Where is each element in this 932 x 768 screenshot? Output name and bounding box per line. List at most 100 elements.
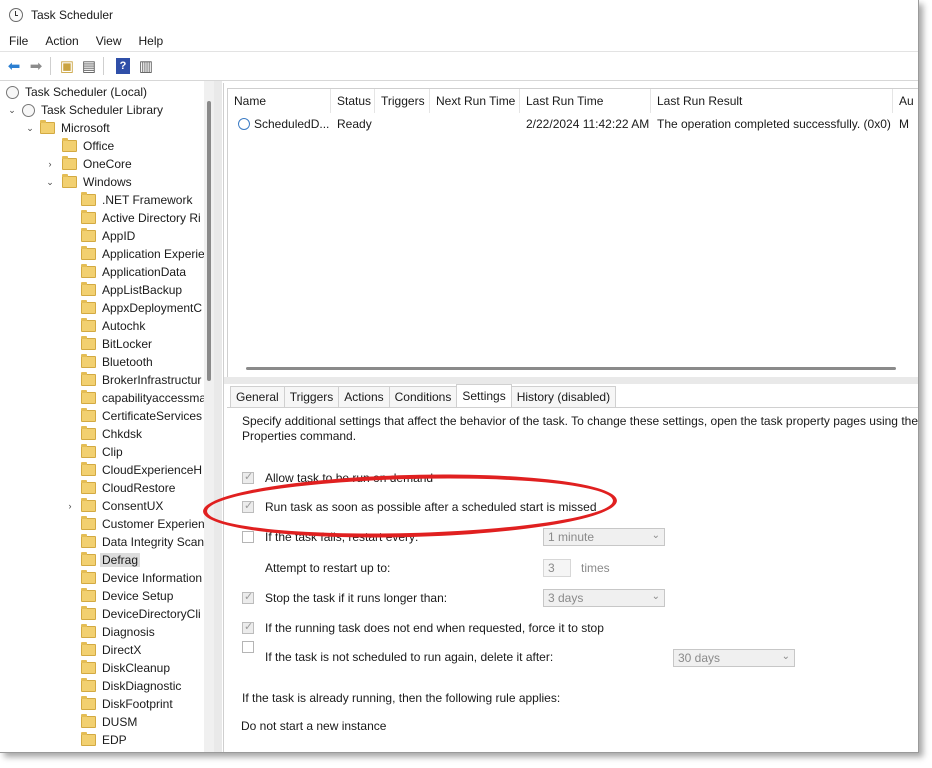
tree-item-windows[interactable]: ⌄ Windows bbox=[0, 173, 204, 191]
tree-item-root[interactable]: Task Scheduler (Local) bbox=[0, 83, 204, 101]
folder-icon bbox=[62, 174, 77, 188]
folder-icon bbox=[81, 426, 96, 440]
settings-description: Specify additional settings that affect … bbox=[242, 414, 918, 443]
column-header-triggers[interactable]: Triggers bbox=[375, 89, 430, 113]
force-stop-checkbox[interactable] bbox=[242, 620, 254, 634]
tree-item-subfolder[interactable]: ApplicationData bbox=[0, 263, 204, 281]
chevron-down-icon[interactable]: ⌄ bbox=[26, 123, 34, 133]
tree-item-subfolder[interactable]: Application Experie bbox=[0, 245, 204, 263]
tab-actions[interactable]: Actions bbox=[338, 386, 390, 407]
tree-item-subfolder[interactable]: BitLocker bbox=[0, 335, 204, 353]
folder-icon bbox=[81, 642, 96, 656]
pane-splitter[interactable] bbox=[214, 81, 222, 752]
restart-if-fails-label: If the task fails, restart every: bbox=[265, 530, 419, 544]
menu-file[interactable]: File bbox=[0, 34, 36, 48]
tree-item-subfolder[interactable]: DiskCleanup bbox=[0, 659, 204, 677]
run-missed-checkbox[interactable] bbox=[242, 499, 254, 513]
task-list-scrollbar[interactable] bbox=[246, 367, 896, 370]
tree-item-subfolder[interactable]: Diagnosis bbox=[0, 623, 204, 641]
folder-icon bbox=[81, 192, 96, 206]
tree-item-microsoft[interactable]: ⌄ Microsoft bbox=[0, 119, 204, 137]
tree-item-subfolder[interactable]: capabilityaccessma bbox=[0, 389, 204, 407]
tree-item-subfolder[interactable]: DiskFootprint bbox=[0, 695, 204, 713]
restart-interval-dropdown[interactable]: 1 minute ⌄ bbox=[543, 528, 665, 546]
task-row-triggers bbox=[375, 115, 430, 133]
tree-item-subfolder[interactable]: Chkdsk bbox=[0, 425, 204, 443]
tree-item-subfolder[interactable]: Device Information bbox=[0, 569, 204, 587]
delete-after-dropdown[interactable]: 30 days ⌄ bbox=[673, 649, 795, 667]
tree-item-subfolder[interactable]: Active Directory Ri bbox=[0, 209, 204, 227]
tree-scrollbar-thumb[interactable] bbox=[207, 101, 211, 381]
show-hide-action-pane-icon[interactable]: ▥ bbox=[136, 56, 156, 76]
task-list[interactable]: Name Status Triggers Next Run Time Last … bbox=[227, 88, 918, 378]
tree-item-subfolder[interactable]: › ConsentUX bbox=[0, 497, 204, 515]
tree-item-subfolder[interactable]: CloudExperienceH bbox=[0, 461, 204, 479]
tree-item-subfolder[interactable]: CloudRestore bbox=[0, 479, 204, 497]
back-arrow-icon[interactable]: ⬅ bbox=[4, 56, 24, 76]
tree-item-subfolder[interactable]: BrokerInfrastructur bbox=[0, 371, 204, 389]
column-header-name[interactable]: Name bbox=[228, 89, 331, 113]
folder-icon bbox=[81, 588, 96, 602]
tree-item-subfolder[interactable]: Clip bbox=[0, 443, 204, 461]
show-hide-console-tree-icon[interactable]: ▤ bbox=[79, 56, 99, 76]
tree-scrollbar[interactable] bbox=[204, 81, 214, 752]
tree-item-subfolder[interactable]: DiskDiagnostic bbox=[0, 677, 204, 695]
rule-heading: If the task is already running, then the… bbox=[242, 691, 561, 705]
window-title: Task Scheduler bbox=[31, 8, 114, 22]
tree-item-subfolder[interactable]: .NET Framework bbox=[0, 191, 204, 209]
chevron-down-icon[interactable]: ⌄ bbox=[46, 177, 54, 187]
column-header-next-run-time[interactable]: Next Run Time bbox=[430, 89, 520, 113]
tree-item-office[interactable]: Office bbox=[0, 137, 204, 155]
chevron-right-icon[interactable]: › bbox=[46, 159, 54, 169]
tree-item-subfolder[interactable]: AppxDeploymentC bbox=[0, 299, 204, 317]
tree-item-subfolder[interactable]: Defrag bbox=[0, 551, 204, 569]
forward-arrow-icon[interactable]: ➡ bbox=[26, 56, 46, 76]
horizontal-splitter[interactable] bbox=[224, 377, 918, 384]
console-tree[interactable]: Task Scheduler (Local) ⌄ Task Scheduler … bbox=[0, 81, 214, 752]
menu-action[interactable]: Action bbox=[36, 34, 86, 48]
tab-history[interactable]: History (disabled) bbox=[510, 386, 617, 407]
toolbar: ⬅ ➡ ▣ ▤ ? ▥ bbox=[0, 52, 918, 81]
tree-item-subfolder[interactable]: AppListBackup bbox=[0, 281, 204, 299]
folder-icon bbox=[81, 264, 96, 278]
attempt-restart-label: Attempt to restart up to: bbox=[265, 561, 391, 575]
attempt-count-field[interactable]: 3 bbox=[543, 559, 571, 577]
stop-if-longer-checkbox[interactable] bbox=[242, 590, 254, 604]
tab-triggers[interactable]: Triggers bbox=[283, 386, 340, 407]
chevron-right-icon[interactable]: › bbox=[66, 501, 74, 511]
tree-item-subfolder[interactable]: AppID bbox=[0, 227, 204, 245]
tree-item-subfolder[interactable]: Data Integrity Scan bbox=[0, 533, 204, 551]
rule-value[interactable]: Do not start a new instance bbox=[241, 716, 386, 736]
up-folder-icon[interactable]: ▣ bbox=[57, 56, 77, 76]
column-header-last-run-time[interactable]: Last Run Time bbox=[520, 89, 651, 113]
menu-help[interactable]: Help bbox=[130, 34, 172, 48]
tree-item-subfolder[interactable]: Customer Experien bbox=[0, 515, 204, 533]
tab-conditions[interactable]: Conditions bbox=[388, 386, 458, 407]
tree-item-subfolder[interactable]: DirectX bbox=[0, 641, 204, 659]
delete-if-not-scheduled-checkbox[interactable] bbox=[242, 641, 254, 653]
help-icon[interactable]: ? bbox=[116, 58, 130, 74]
task-row-last-run: 2/22/2024 11:42:22 AM bbox=[526, 117, 650, 131]
tree-item-subfolder[interactable]: DeviceDirectoryCli bbox=[0, 605, 204, 623]
restart-if-fails-checkbox[interactable] bbox=[242, 531, 254, 543]
property-tabs: General Triggers Actions Conditions Sett… bbox=[230, 384, 617, 407]
allow-on-demand-checkbox[interactable] bbox=[242, 470, 254, 484]
tab-general[interactable]: General bbox=[230, 386, 285, 407]
chevron-down-icon[interactable]: ⌄ bbox=[8, 105, 16, 115]
tree-item-subfolder[interactable]: CertificateServices bbox=[0, 407, 204, 425]
column-header-status[interactable]: Status bbox=[331, 89, 375, 113]
menu-view[interactable]: View bbox=[87, 34, 130, 48]
tree-item-onecore[interactable]: › OneCore bbox=[0, 155, 204, 173]
stop-duration-dropdown[interactable]: 3 days ⌄ bbox=[543, 589, 665, 607]
column-header-last-run-result[interactable]: Last Run Result bbox=[651, 89, 893, 113]
tree-item-subfolder[interactable]: Bluetooth bbox=[0, 353, 204, 371]
folder-icon bbox=[81, 210, 96, 224]
tree-item-subfolder[interactable]: Autochk bbox=[0, 317, 204, 335]
tree-item-subfolder[interactable]: Device Setup bbox=[0, 587, 204, 605]
tab-settings[interactable]: Settings bbox=[456, 384, 512, 407]
tree-item-subfolder[interactable]: EDP bbox=[0, 731, 204, 749]
tree-item-library[interactable]: ⌄ Task Scheduler Library bbox=[0, 101, 204, 119]
tree-item-subfolder[interactable]: DUSM bbox=[0, 713, 204, 731]
column-header-author[interactable]: Au bbox=[893, 89, 918, 113]
task-row-name[interactable]: ScheduledD... bbox=[232, 115, 332, 133]
